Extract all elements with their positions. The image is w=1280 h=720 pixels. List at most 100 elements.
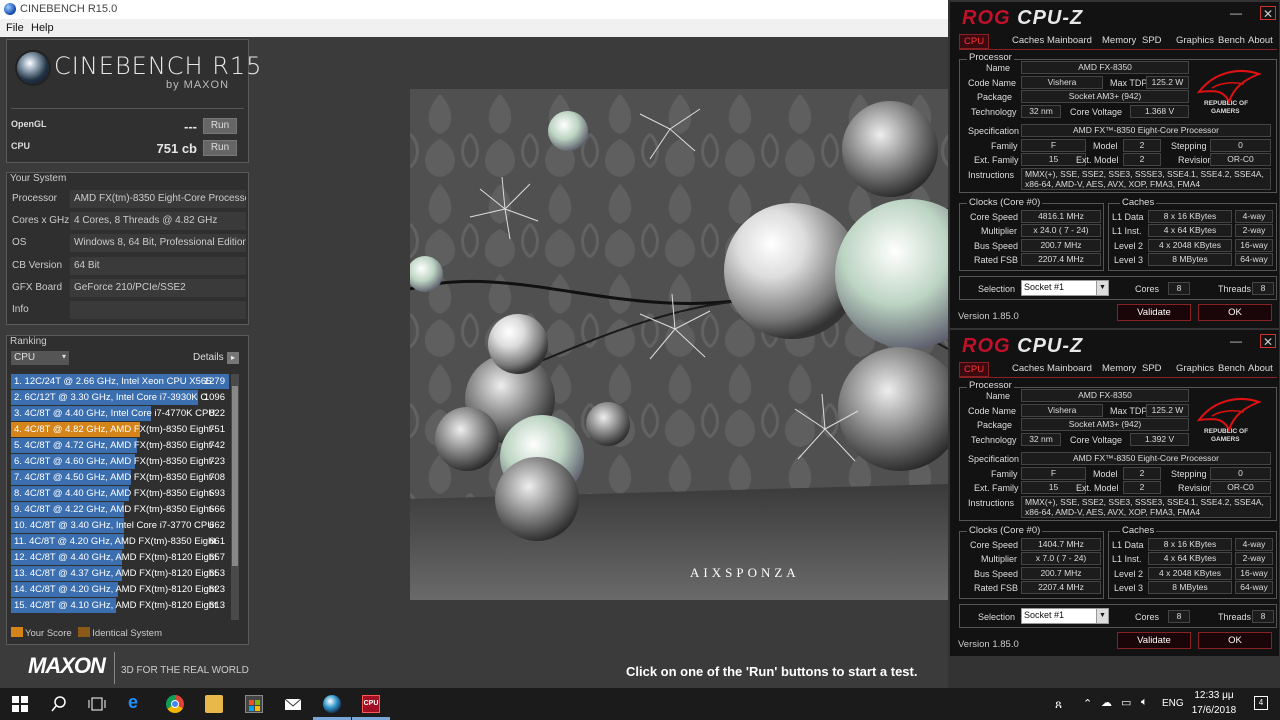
ranking-row[interactable]: 9. 4C/8T @ 4.22 GHz, AMD FX(tm)-8350 Eig…	[11, 502, 229, 517]
people-icon[interactable]: ጸ	[1055, 697, 1062, 712]
ranking-row[interactable]: 13. 4C/8T @ 4.37 GHz, AMD FX(tm)-8120 Ei…	[11, 566, 229, 581]
menu-file[interactable]: File	[6, 22, 24, 34]
menu-help[interactable]: Help	[31, 22, 54, 34]
ranking-score: 723	[209, 456, 225, 467]
tab-cpu[interactable]: CPU	[959, 34, 990, 49]
cinebench-taskbar-icon[interactable]	[323, 695, 341, 713]
processor-group-title: Processor	[967, 52, 1014, 63]
identical-swatch	[78, 627, 91, 637]
ranking-type-select[interactable]: CPU ▾	[11, 351, 69, 365]
field-instructions: MMX(+), SSE, SSE2, SSE3, SSSE3, SSE4.1, …	[1021, 168, 1271, 190]
minimize-button[interactable]: —	[1228, 334, 1244, 348]
clock-date[interactable]: 17/6/2018	[1184, 705, 1244, 716]
maxon-logo: MAXON	[28, 653, 106, 678]
ranking-select-value: CPU	[14, 352, 36, 363]
tab-spd[interactable]: SPD	[1138, 362, 1166, 375]
windows-start-icon[interactable]	[11, 695, 29, 713]
ranking-row[interactable]: 7. 4C/8T @ 4.50 GHz, AMD FX(tm)-8350 Eig…	[11, 470, 229, 485]
cpuz-title: ROG CPU-Z	[962, 7, 1083, 30]
volume-icon[interactable]: 🔈︎	[1141, 696, 1148, 709]
ranking-score: 662	[209, 520, 225, 531]
close-button[interactable]: ✕	[1260, 6, 1276, 21]
tab-graphics[interactable]: Graphics	[1172, 362, 1218, 375]
cpuz-window-1: ROG CPU-Z — ✕ CPU Caches Mainboard Memory SPD Gr…	[949, 1, 1280, 329]
ranking-row[interactable]: 12. 4C/8T @ 4.40 GHz, AMD FX(tm)-8120 Ei…	[11, 550, 229, 565]
label-rated_fsb: Rated FSB	[974, 583, 1019, 593]
info-field[interactable]	[70, 301, 246, 319]
clock-time[interactable]: 12:33 μμ	[1184, 690, 1244, 701]
label-revision: Revision	[1178, 483, 1213, 493]
ranking-score: 666	[209, 504, 225, 515]
tab-spd[interactable]: SPD	[1138, 34, 1166, 47]
ok-button[interactable]: OK	[1198, 632, 1272, 649]
cinebench-logo-icon	[17, 52, 49, 84]
render-scene-image: AIXSPONZA	[410, 89, 948, 600]
task-view-icon[interactable]	[88, 695, 106, 713]
ranking-row[interactable]: 2. 6C/12T @ 3.30 GHz, Intel Core i7-3930…	[11, 390, 229, 405]
ranking-row[interactable]: 6. 4C/8T @ 4.60 GHz, AMD FX(tm)-8350 Eig…	[11, 454, 229, 469]
chevron-down-icon[interactable]: ▼	[1096, 609, 1108, 623]
ranking-row[interactable]: 5. 4C/8T @ 4.72 GHz, AMD FX(tm)-8350 Eig…	[11, 438, 229, 453]
tab-underline	[959, 49, 1277, 50]
label-cores: Cores	[1135, 284, 1160, 294]
ok-button[interactable]: OK	[1198, 304, 1272, 321]
tab-mainboard[interactable]: Mainboard	[1043, 34, 1096, 47]
socket-select[interactable]: Socket #1 ▼	[1021, 608, 1109, 624]
ranking-row[interactable]: 1. 12C/24T @ 2.66 GHz, Intel Xeon CPU X5…	[11, 374, 229, 389]
chrome-icon[interactable]	[166, 695, 184, 713]
edge-icon[interactable]: e	[128, 692, 146, 712]
opengl-run-button[interactable]: Run	[203, 118, 237, 134]
details-arrow-icon[interactable]: ▸	[227, 352, 239, 364]
ranking-text: 2. 6C/12T @ 3.30 GHz, Intel Core i7-3930…	[14, 392, 208, 403]
onedrive-icon[interactable]: ☁	[1101, 696, 1112, 709]
cpuz-tabs: CPU Caches Mainboard Memory SPD Graphics Bench…	[959, 362, 1275, 377]
notifications-icon[interactable]: 4	[1254, 696, 1268, 710]
ranking-row[interactable]: 3. 4C/8T @ 4.40 GHz, Intel Core i7-4770K…	[11, 406, 229, 421]
ranking-text: 5. 4C/8T @ 4.72 GHz, AMD FX(tm)-8350 Eig…	[14, 440, 215, 451]
cpu-run-button[interactable]: Run	[203, 140, 237, 156]
label-l1i: L1 Inst.	[1112, 226, 1142, 236]
field-l2-way: 16-way	[1235, 567, 1273, 580]
chevron-up-icon[interactable]: ⌃	[1083, 697, 1092, 710]
label-threads: Threads	[1218, 612, 1252, 622]
search-icon[interactable]	[50, 695, 68, 713]
validate-button[interactable]: Validate	[1117, 304, 1191, 321]
render-watermark: AIXSPONZA	[690, 565, 800, 580]
ranking-row[interactable]: 14. 4C/8T @ 4.20 GHz, AMD FX(tm)-8120 Ei…	[11, 582, 229, 597]
mail-icon[interactable]	[284, 695, 302, 713]
ranking-row[interactable]: 15. 4C/8T @ 4.10 GHz, AMD FX(tm)-8120 Ei…	[11, 598, 229, 613]
close-button[interactable]: ✕	[1260, 334, 1276, 349]
ranking-text: 6. 4C/8T @ 4.60 GHz, AMD FX(tm)-8350 Eig…	[14, 456, 215, 467]
ranking-row[interactable]: 4. 4C/8T @ 4.82 GHz, AMD FX(tm)-8350 Eig…	[11, 422, 229, 437]
language-indicator[interactable]: ENG	[1162, 698, 1184, 709]
label-instructions: Instructions	[968, 498, 1015, 508]
ranking-row[interactable]: 8. 4C/8T @ 4.40 GHz, AMD FX(tm)-8350 Eig…	[11, 486, 229, 501]
label-core_voltage: Core Voltage	[1070, 107, 1123, 117]
details-label[interactable]: Details	[193, 352, 224, 363]
ranking-text: 3. 4C/8T @ 4.40 GHz, Intel Core i7-4770K…	[14, 408, 216, 419]
tab-cpu[interactable]: CPU	[959, 362, 990, 377]
label-code_name: Code Name	[968, 406, 1017, 416]
ranking-scroll-thumb[interactable]	[232, 386, 238, 566]
file-explorer-icon[interactable]	[205, 695, 223, 713]
ranking-text: 7. 4C/8T @ 4.50 GHz, AMD FX(tm)-8350 Eig…	[14, 472, 215, 483]
tab-memory[interactable]: Memory	[1098, 34, 1140, 47]
store-icon[interactable]	[245, 695, 263, 713]
minimize-button[interactable]: —	[1228, 6, 1244, 20]
network-icon[interactable]: ▭	[1121, 696, 1131, 709]
ranking-row[interactable]: 10. 4C/8T @ 3.40 GHz, Intel Core i7-3770…	[11, 518, 229, 533]
ranking-score: 693	[209, 488, 225, 499]
cpuz-taskbar-icon[interactable]: CPU	[362, 695, 380, 713]
caches-group-title: Caches	[1120, 525, 1157, 536]
tab-about[interactable]: About	[1244, 34, 1277, 47]
system-key: CB Version	[12, 260, 63, 271]
ranking-row[interactable]: 11. 4C/8T @ 4.20 GHz, AMD FX(tm)-8350 Ei…	[11, 534, 229, 549]
tab-graphics[interactable]: Graphics	[1172, 34, 1218, 47]
tab-memory[interactable]: Memory	[1098, 362, 1140, 375]
chevron-down-icon[interactable]: ▼	[1096, 281, 1108, 295]
tab-mainboard[interactable]: Mainboard	[1043, 362, 1096, 375]
field-threads: 8	[1252, 610, 1274, 623]
validate-button[interactable]: Validate	[1117, 632, 1191, 649]
socket-select[interactable]: Socket #1 ▼	[1021, 280, 1109, 296]
tab-about[interactable]: About	[1244, 362, 1277, 375]
